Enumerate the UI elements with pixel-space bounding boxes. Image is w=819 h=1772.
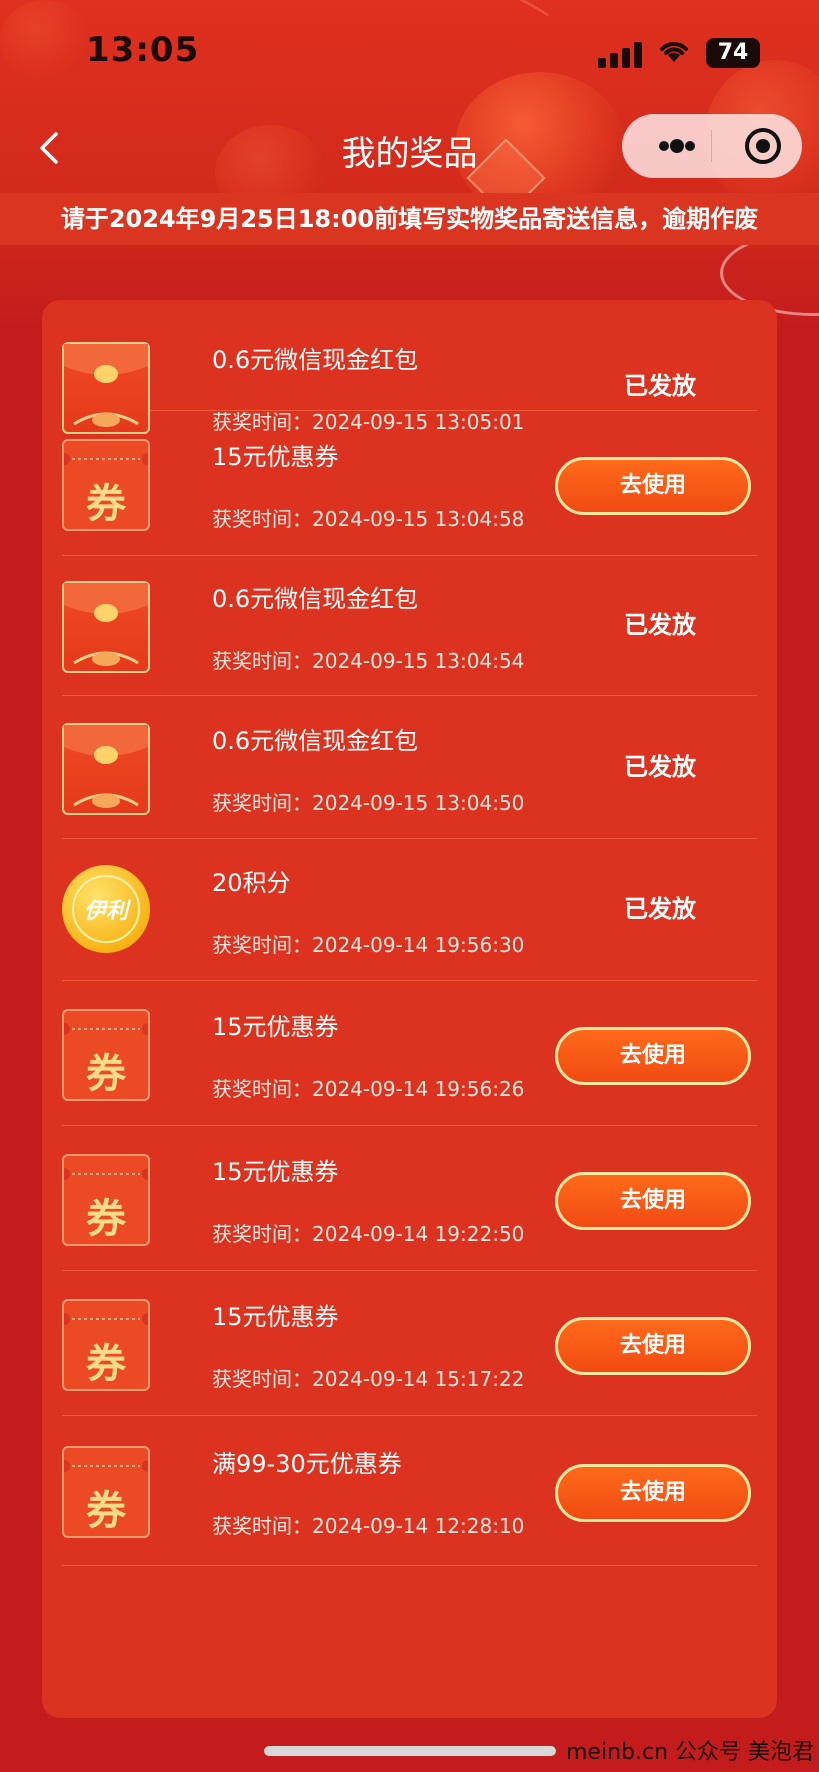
prize-name: 15元优惠券 (212, 1158, 339, 1186)
prize-row: 券 15元优惠券获奖时间：2024-09-14 19:22:50 去使用 (62, 1125, 757, 1271)
coupon-char: 券 (86, 1488, 126, 1534)
prize-row: 券 15元优惠券获奖时间：2024-09-15 13:04:58 去使用 (62, 410, 757, 556)
more-dots-icon[interactable] (642, 114, 712, 178)
battery-icon: 74 (706, 38, 760, 68)
use-coupon-button[interactable]: 去使用 (555, 1464, 751, 1522)
prize-name: 15元优惠券 (212, 1013, 339, 1041)
prize-name: 0.6元微信现金红包 (212, 346, 419, 374)
miniprogram-capsule (622, 114, 802, 178)
prize-name: 0.6元微信现金红包 (212, 727, 419, 755)
use-coupon-button[interactable]: 去使用 (555, 1027, 751, 1085)
prize-row: 0.6元微信现金红包 获奖时间：2024-09-15 13:05:01 已发放 (62, 300, 757, 434)
red-envelope-icon (62, 581, 150, 673)
status-time: 13:05 (86, 30, 200, 70)
points-coin-icon: 伊利 (62, 865, 150, 953)
home-indicator[interactable] (264, 1746, 556, 1756)
status-bar: 13:05 74 (0, 0, 819, 100)
prize-name: 满99-30元优惠券 (212, 1450, 402, 1478)
prize-row: 券 满99-30元优惠券获奖时间：2024-09-14 12:28:10 去使用 (62, 1415, 757, 1566)
notice-banner: 请于2024年9月25日18:00前填写实物奖品寄送信息，逾期作废 (0, 193, 819, 245)
issued-status: 已发放 (624, 753, 696, 781)
prize-time: 获奖时间：2024-09-14 15:17:22 (212, 1367, 525, 1391)
coupon-char: 券 (86, 481, 126, 527)
coupon-char: 券 (86, 1196, 126, 1242)
prize-row: 0.6元微信现金红包获奖时间：2024-09-15 13:04:54 已发放 (62, 555, 757, 696)
coupon-ticket-icon: 券 (62, 1154, 150, 1246)
wifi-icon (658, 38, 690, 70)
prize-time: 获奖时间：2024-09-14 19:56:30 (212, 933, 525, 957)
coupon-ticket-icon: 券 (62, 1299, 150, 1391)
prize-time: 获奖时间：2024-09-15 13:04:58 (212, 507, 525, 531)
issued-status: 已发放 (624, 372, 696, 400)
coupon-ticket-icon: 券 (62, 1009, 150, 1101)
prize-row: 伊利 20积分获奖时间：2024-09-14 19:56:30 已发放 (62, 838, 757, 981)
prize-time: 获奖时间：2024-09-15 13:04:50 (212, 791, 525, 815)
coin-logo-text: 伊利 (83, 899, 128, 924)
red-envelope-icon (62, 723, 150, 815)
prize-time: 获奖时间：2024-09-14 19:22:50 (212, 1222, 525, 1246)
capsule-divider (711, 130, 712, 162)
prize-time: 获奖时间：2024-09-14 19:56:26 (212, 1077, 525, 1101)
prize-time: 获奖时间：2024-09-14 12:28:10 (212, 1514, 525, 1538)
coupon-ticket-icon: 券 (62, 1446, 150, 1538)
prize-row: 券 15元优惠券获奖时间：2024-09-14 19:56:26 去使用 (62, 980, 757, 1126)
prize-name: 15元优惠券 (212, 443, 339, 471)
prize-list: 0.6元微信现金红包 获奖时间：2024-09-15 13:05:01 已发放券 15… (42, 300, 777, 1718)
use-coupon-button[interactable]: 去使用 (555, 1172, 751, 1230)
coupon-char: 券 (86, 1341, 126, 1387)
use-coupon-button[interactable]: 去使用 (555, 457, 751, 515)
prize-name: 20积分 (212, 869, 291, 897)
prize-name: 15元优惠券 (212, 1303, 339, 1331)
cellular-signal-icon (598, 42, 642, 68)
watermark-text: meinb.cn 公众号 美泡君 (566, 1740, 815, 1765)
coupon-ticket-icon: 券 (62, 439, 150, 531)
navigation-bar: 我的奖品 (0, 110, 819, 190)
close-target-icon[interactable] (728, 114, 798, 178)
issued-status: 已发放 (624, 611, 696, 639)
prize-row: 券 15元优惠券获奖时间：2024-09-14 15:17:22 去使用 (62, 1270, 757, 1416)
prize-time: 获奖时间：2024-09-15 13:04:54 (212, 649, 525, 673)
use-coupon-button[interactable]: 去使用 (555, 1317, 751, 1375)
issued-status: 已发放 (624, 895, 696, 923)
coupon-char: 券 (86, 1051, 126, 1097)
prize-row: 0.6元微信现金红包获奖时间：2024-09-15 13:04:50 已发放 (62, 695, 757, 839)
prize-name: 0.6元微信现金红包 (212, 585, 419, 613)
